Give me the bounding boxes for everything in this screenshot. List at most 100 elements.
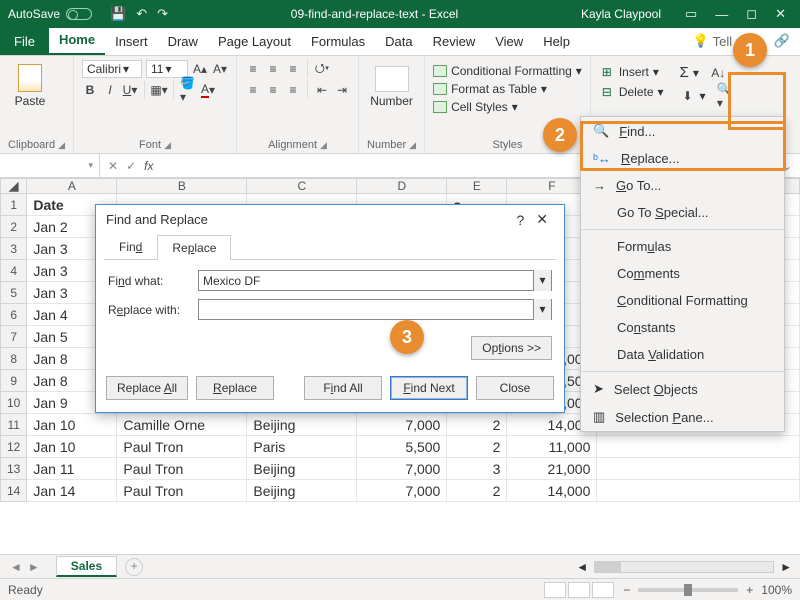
undo-icon[interactable]: ↶	[136, 6, 147, 22]
menu-goto-special[interactable]: Go To Special...	[581, 199, 784, 226]
tab-insert[interactable]: Insert	[105, 29, 158, 55]
col-header[interactable]: C	[247, 179, 357, 194]
cell[interactable]: Paul Tron	[117, 436, 247, 458]
number-format-button[interactable]: Number	[367, 60, 416, 108]
cell[interactable]: 2	[447, 414, 507, 436]
dialog-tab-replace[interactable]: Replace	[157, 235, 231, 260]
menu-select-objects[interactable]: ➤Select Objects	[581, 375, 784, 403]
find-all-button[interactable]: Find All	[304, 376, 382, 400]
maximize-icon[interactable]: ◻	[746, 6, 757, 22]
row-header[interactable]: 6	[1, 304, 27, 326]
row-header[interactable]: 14	[1, 480, 27, 502]
col-header[interactable]: B	[117, 179, 247, 194]
dialog-launcher-icon[interactable]: ◢	[320, 140, 327, 151]
menu-comments[interactable]: Comments	[581, 260, 784, 287]
dialog-launcher-icon[interactable]: ◢	[164, 140, 171, 151]
cell[interactable]: 2	[447, 480, 507, 502]
col-header[interactable]: D	[357, 179, 447, 194]
cancel-icon[interactable]: ✕	[108, 159, 118, 173]
orientation-icon[interactable]: ⭯▾	[314, 61, 330, 77]
menu-formulas[interactable]: Formulas	[581, 233, 784, 260]
close-button[interactable]: Close	[476, 376, 554, 400]
cell[interactable]: Jan 14	[27, 480, 117, 502]
dialog-launcher-icon[interactable]: ◢	[409, 140, 416, 151]
menu-goto[interactable]: →Go To...	[581, 172, 784, 199]
tab-review[interactable]: Review	[423, 29, 486, 55]
autosum-icon[interactable]: Σ	[680, 64, 689, 81]
tab-help[interactable]: Help	[533, 29, 580, 55]
menu-replace[interactable]: ᵇ↔Replace...	[581, 145, 784, 172]
normal-view-icon[interactable]	[544, 582, 566, 598]
row-header[interactable]: 8	[1, 348, 27, 370]
menu-validation[interactable]: Data Validation	[581, 341, 784, 368]
page-layout-view-icon[interactable]	[568, 582, 590, 598]
tab-home[interactable]: Home	[49, 27, 105, 55]
menu-selection-pane[interactable]: ▥Selection Pane...	[581, 403, 784, 431]
fill-color-icon[interactable]: 🪣▾	[180, 82, 196, 98]
zoom-out-icon[interactable]: −	[623, 583, 630, 597]
cell[interactable]	[597, 436, 800, 458]
row-header[interactable]: 4	[1, 260, 27, 282]
cell-styles-button[interactable]: Cell Styles▾	[433, 100, 582, 114]
replace-all-button[interactable]: Replace All	[106, 376, 188, 400]
insert-cells-button[interactable]: ⊞Insert▾	[599, 64, 664, 80]
row-header[interactable]: 5	[1, 282, 27, 304]
cell[interactable]: Beijing	[247, 480, 357, 502]
conditional-formatting-button[interactable]: Conditional Formatting▾	[433, 64, 582, 78]
close-icon[interactable]: ✕	[775, 6, 786, 22]
zoom-in-icon[interactable]: +	[746, 583, 753, 597]
zoom-slider[interactable]	[638, 588, 738, 592]
tab-draw[interactable]: Draw	[158, 29, 208, 55]
fx-icon[interactable]: fx	[144, 159, 153, 173]
cell[interactable]: 11,000	[507, 436, 597, 458]
tab-page-layout[interactable]: Page Layout	[208, 29, 301, 55]
border-icon[interactable]: ▦▾	[151, 82, 167, 98]
align-left-icon[interactable]: ≡	[245, 82, 261, 98]
cell[interactable]: Beijing	[247, 414, 357, 436]
tab-data[interactable]: Data	[375, 29, 422, 55]
row-header[interactable]: 13	[1, 458, 27, 480]
cell[interactable]: Beijing	[247, 458, 357, 480]
align-top-icon[interactable]: ≡	[245, 61, 261, 77]
scroll-right-icon[interactable]: ►	[780, 560, 792, 574]
cell[interactable]: Jan 10	[27, 414, 117, 436]
replace-button[interactable]: Replace	[196, 376, 274, 400]
sheet-prev-icon[interactable]: ◄	[10, 560, 22, 574]
row-header[interactable]: 1	[1, 194, 27, 216]
sheet-tab[interactable]: Sales	[56, 556, 117, 577]
save-icon[interactable]: 💾	[110, 6, 126, 22]
cell[interactable]: Paul Tron	[117, 458, 247, 480]
cell[interactable]: 7,000	[357, 480, 447, 502]
align-center-icon[interactable]: ≡	[265, 82, 281, 98]
cell[interactable]: 7,000	[357, 414, 447, 436]
sheet-next-icon[interactable]: ►	[28, 560, 40, 574]
cell[interactable]: 7,000	[357, 458, 447, 480]
horizontal-scrollbar[interactable]	[594, 561, 774, 573]
cell[interactable]: 3	[447, 458, 507, 480]
paste-button[interactable]: Paste	[8, 60, 52, 108]
ribbon-options-icon[interactable]: ▭	[685, 6, 697, 22]
row-header[interactable]: 10	[1, 392, 27, 414]
sort-icon[interactable]: A↓	[710, 65, 726, 81]
underline-icon[interactable]: U▾	[122, 82, 138, 98]
cell[interactable]	[597, 458, 800, 480]
row-header[interactable]: 9	[1, 370, 27, 392]
tab-view[interactable]: View	[485, 29, 533, 55]
find-what-input[interactable]: Mexico DF▾	[198, 270, 552, 291]
increase-indent-icon[interactable]: ⇥	[334, 82, 350, 98]
cell[interactable]: Jan 11	[27, 458, 117, 480]
menu-constants[interactable]: Constants	[581, 314, 784, 341]
bold-icon[interactable]: B	[82, 82, 98, 98]
dialog-tab-find[interactable]: Find	[104, 234, 157, 259]
align-middle-icon[interactable]: ≡	[265, 61, 281, 77]
format-as-table-button[interactable]: Format as Table▾	[433, 82, 582, 96]
replace-with-input[interactable]: ▾	[198, 299, 552, 320]
new-sheet-button[interactable]: +	[125, 558, 143, 576]
find-next-button[interactable]: Find Next	[390, 376, 468, 400]
col-header[interactable]: A	[27, 179, 117, 194]
menu-cond-format[interactable]: Conditional Formatting	[581, 287, 784, 314]
row-header[interactable]: 12	[1, 436, 27, 458]
scroll-left-icon[interactable]: ◄	[576, 560, 588, 574]
italic-icon[interactable]: I	[102, 82, 118, 98]
row-header[interactable]: 11	[1, 414, 27, 436]
